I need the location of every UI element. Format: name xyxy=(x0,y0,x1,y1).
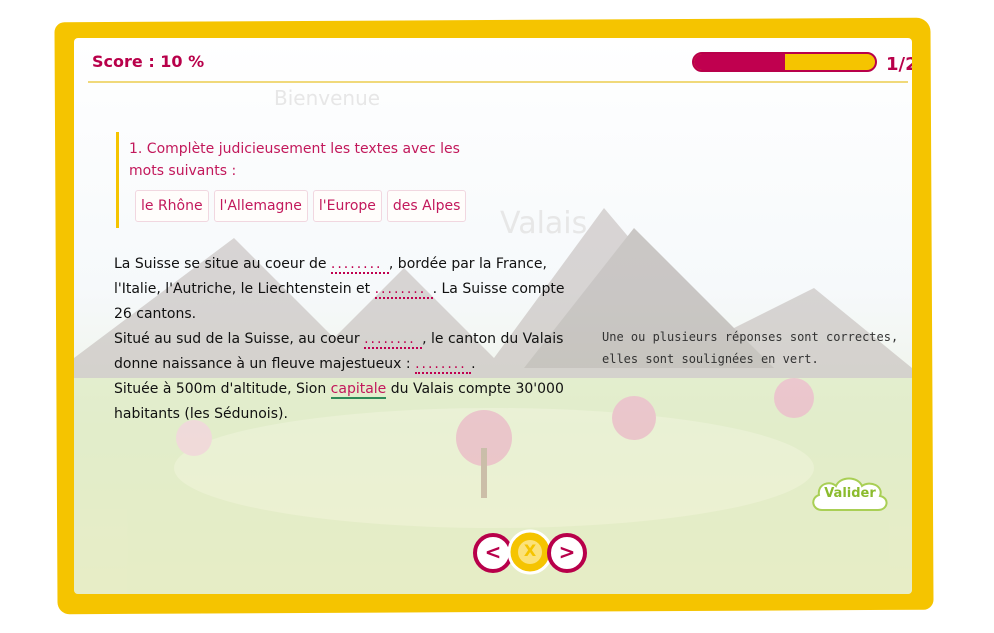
watermark-valais: Valais xyxy=(500,206,588,241)
validate-button[interactable]: Valider xyxy=(808,472,892,518)
hint-text: Une ou plusieurs réponses sont correctes… xyxy=(602,330,899,366)
exercise-window: Bienvenue Valais Score : 10 % 1/2 1. Com… xyxy=(0,0,994,633)
progress-bar xyxy=(692,52,877,72)
word-chip-allemagne[interactable]: l'Allemagne xyxy=(213,190,308,222)
blank-slot-2[interactable]: ........ xyxy=(374,281,433,299)
validate-label: Valider xyxy=(824,486,876,501)
exercise-text: La Suisse se situe au coeur de ........,… xyxy=(114,252,584,427)
text-segment: Situé au sud de la Suisse, au coeur xyxy=(114,331,365,347)
page-counter: 1/2 xyxy=(886,54,912,75)
blank-slot-3[interactable]: ........ xyxy=(364,331,423,349)
answer-capitale[interactable]: capitale xyxy=(330,381,387,399)
word-chip-rhone[interactable]: le Rhône xyxy=(135,190,209,222)
blank-slot-4[interactable]: ........ xyxy=(415,356,472,374)
next-button[interactable]: > xyxy=(546,532,588,574)
progress-fill xyxy=(694,54,785,70)
instruction-box: 1. Complète judicieusement les textes av… xyxy=(116,132,499,228)
word-chip-europe[interactable]: l'Europe xyxy=(312,190,382,222)
navigation-controls: < X > xyxy=(472,528,588,576)
word-choices: le Rhône l'Allemagne l'Europe des Alpes xyxy=(135,190,467,222)
header-divider xyxy=(88,81,908,83)
text-segment: . xyxy=(471,356,476,372)
question-instruction: 1. Complète judicieusement les textes av… xyxy=(129,141,460,179)
watermark-welcome: Bienvenue xyxy=(274,86,381,110)
text-segment: La Suisse se situe au coeur de xyxy=(114,256,331,272)
word-chip-alpes[interactable]: des Alpes xyxy=(386,190,467,222)
blank-slot-1[interactable]: ........ xyxy=(330,256,389,274)
score-label: Score : 10 % xyxy=(92,52,205,71)
exercise-card: Bienvenue Valais Score : 10 % 1/2 1. Com… xyxy=(74,38,912,594)
next-glyph: > xyxy=(558,540,576,564)
text-segment: Située à 500m d'altitude, Sion xyxy=(114,381,331,397)
